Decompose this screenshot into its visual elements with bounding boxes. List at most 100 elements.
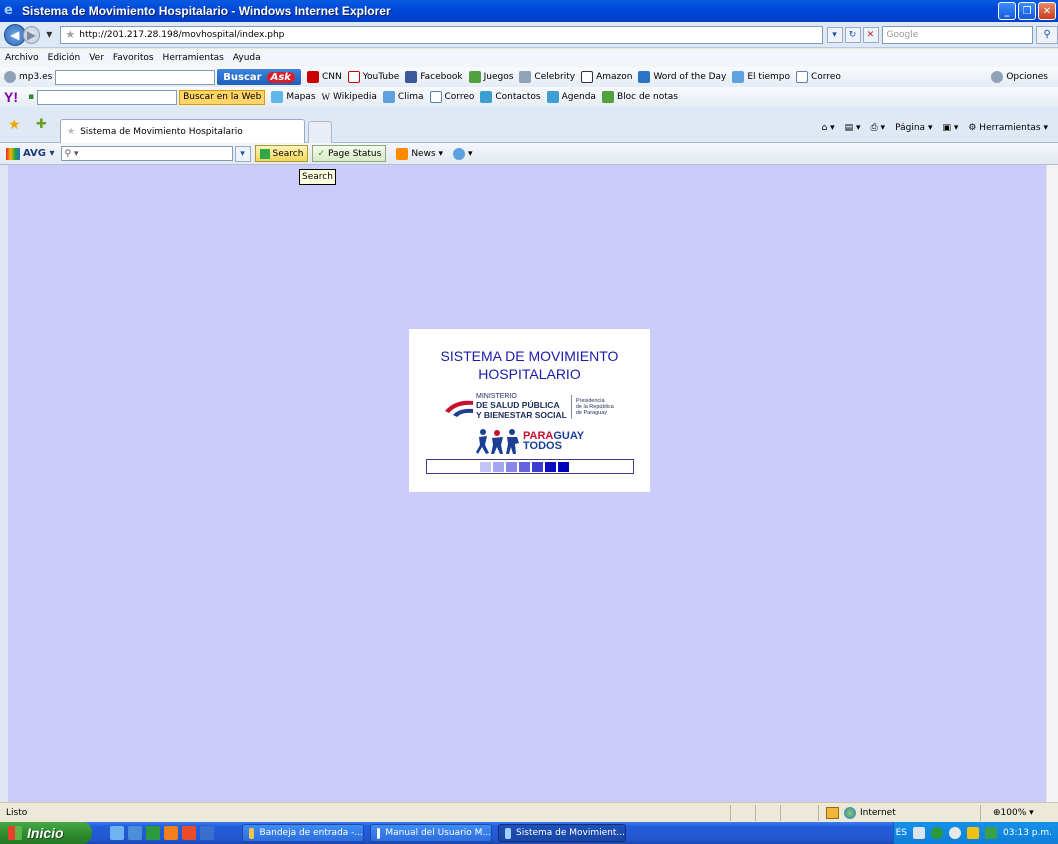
link-amazon[interactable]: Amazon [581,71,632,83]
start-button[interactable]: Inicio [0,822,92,844]
link-juegos[interactable]: Juegos [468,71,513,83]
notepad-icon [601,91,614,103]
link-celebrity[interactable]: Celebrity [519,71,575,83]
link-celebrity-label: Celebrity [534,72,576,82]
task-bandeja[interactable]: Bandeja de entrada -... [242,824,364,842]
page-menu[interactable]: Página ▾ [895,123,932,133]
forward-button[interactable]: ▶ [22,25,41,44]
title-bar[interactable]: e Sistema de Movimiento Hospitalario - W… [0,0,1058,22]
powerpoint-quicklaunch-icon[interactable] [182,826,196,840]
avg-logo[interactable]: AVG ▾ [6,147,55,160]
status-divider [818,805,819,821]
menu-herramientas[interactable]: Herramientas [163,53,224,63]
explorer-quicklaunch-icon[interactable] [128,826,142,840]
ask-search-button[interactable]: Buscar Ask [217,69,301,85]
link-correo-yahoo[interactable]: Correo [429,91,474,103]
yahoo-search-input[interactable] [37,89,178,105]
avg-search-dropdown[interactable]: ▾ [234,145,251,162]
ask-search-input[interactable] [55,69,216,85]
avg-toolbar: AVG ▾ ⚲ ▾ ▾ Search ✓ Page Status News ▾ ▾ [0,143,1058,165]
warning-icon[interactable] [967,827,979,839]
page-star-icon: ★ [65,28,76,41]
link-correo[interactable]: Correo [795,71,841,83]
refresh-button[interactable]: ↻ [844,26,861,43]
address-dropdown-button[interactable]: ▾ [826,26,843,43]
feeds-icon[interactable]: ▤ ▾ [845,123,861,133]
ie-logo-icon: e [4,3,13,18]
language-indicator[interactable]: ES [896,828,907,838]
link-clima[interactable]: Clima [382,91,424,103]
news-button[interactable]: News ▾ [396,147,443,160]
firefox-quicklaunch-icon[interactable] [164,826,178,840]
restore-button[interactable]: ❐ [1018,2,1036,20]
menu-bar: Archivo Edición Ver Favoritos Herramient… [0,49,1058,67]
status-divider [780,805,781,821]
excel-quicklaunch-icon[interactable] [146,826,160,840]
google-search-input[interactable]: Google [881,25,1034,44]
update-icon[interactable] [985,827,997,839]
menu-favoritos[interactable]: Favoritos [113,53,154,63]
ie-quicklaunch-icon[interactable] [110,826,124,840]
security-zone[interactable]: Internet [826,806,896,819]
tab-active[interactable]: ★ Sistema de Movimiento Hospitalario [60,119,305,143]
favorites-star-icon[interactable]: ★ [8,117,21,133]
link-facebook[interactable]: Facebook [405,71,463,83]
network-icon[interactable] [931,827,943,839]
link-agenda[interactable]: Agenda [546,91,596,103]
ie-task-icon [505,827,512,839]
link-word-of-the-day-label: Word of the Day [653,72,727,82]
zoom-level[interactable]: ⊕100% ▾ [993,808,1034,818]
google-search-placeholder: Google [886,29,919,40]
link-youtube[interactable]: YouTube [347,71,400,83]
page-status-button[interactable]: ✓ Page Status [312,145,387,162]
link-word-of-the-day[interactable]: Word of the Day [638,71,726,83]
link-cnn[interactable]: CNN [306,71,342,83]
minimize-button[interactable]: _ [998,2,1016,20]
avg-extra-button[interactable]: ▾ [453,147,473,160]
mp3-site-label[interactable]: mp3.es [19,72,52,82]
address-bar[interactable]: ★ http://201.217.28.198/movhospital/inde… [60,25,823,44]
menu-archivo[interactable]: Archivo [5,53,39,63]
new-tab-button[interactable] [308,121,332,143]
home-icon[interactable]: ⌂ ▾ [822,123,835,133]
word-quicklaunch-icon[interactable] [200,826,214,840]
avg-tray-icon[interactable] [949,827,961,839]
tools-menu[interactable]: ⚙ Herramientas ▾ [968,123,1048,133]
menu-ver[interactable]: Ver [89,53,104,63]
search-tooltip: Search [299,169,336,185]
add-favorites-icon[interactable]: ✚ [36,117,47,132]
status-bar: Listo Internet ⊕100% ▾ [0,802,1058,822]
safety-icon[interactable]: ▣ ▾ [942,123,958,133]
vertical-scrollbar[interactable] [1046,165,1058,802]
link-wikipedia[interactable]: W Wikipedia [322,92,377,102]
close-button[interactable]: ✕ [1038,2,1056,20]
avg-search-button[interactable]: Search [254,145,309,162]
yahoo-search-button[interactable]: Buscar en la Web [179,89,266,105]
link-mapas[interactable]: Mapas [271,91,316,103]
menu-edicion[interactable]: Edición [48,53,81,63]
link-youtube-label: YouTube [362,72,400,82]
yahoo-home-icon[interactable]: ▪ [28,92,34,102]
print-icon[interactable]: ⎙ ▾ [871,123,886,133]
search-icon[interactable]: ⚲ [1036,25,1058,44]
ask-toolbar: mp3.es Buscar Ask CNN YouTube Facebook J… [0,67,1058,87]
menu-ayuda[interactable]: Ayuda [233,53,261,63]
link-el-tiempo[interactable]: El tiempo [732,71,790,83]
keyboard-icon[interactable] [913,827,925,839]
page-status-icon: ✓ [317,148,325,159]
task-sistema[interactable]: Sistema de Movimient... [498,824,626,842]
options-button[interactable]: Opciones [991,71,1048,83]
stop-button[interactable]: ✕ [862,26,879,43]
progress-segment [532,462,543,472]
yahoo-search-button-label: Buscar en la Web [183,92,262,102]
logo-divider [570,395,572,419]
zone-label: Internet [860,807,896,818]
task-manual[interactable]: Manual del Usuario M... [370,824,492,842]
games-icon [468,71,481,83]
link-bloc-de-notas[interactable]: Bloc de notas [601,91,678,103]
avg-search-input[interactable]: ⚲ ▾ [60,146,233,161]
yahoo-logo-icon[interactable]: Y! [4,89,18,105]
cnn-icon [306,71,319,83]
history-dropdown-icon[interactable]: ▼ [46,30,52,39]
link-contactos[interactable]: Contactos [480,91,541,103]
